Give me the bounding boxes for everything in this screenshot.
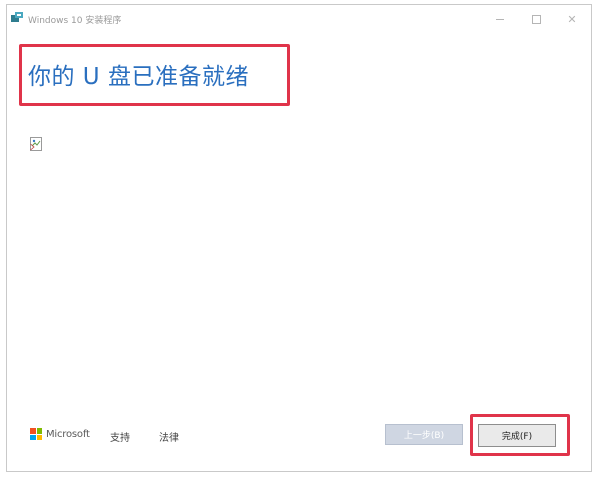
back-button[interactable]: 上一步(B): [385, 424, 463, 445]
maximize-button[interactable]: [521, 9, 551, 29]
microsoft-logo-icon: [30, 428, 42, 440]
minimize-button[interactable]: [485, 9, 515, 29]
setup-icon: [11, 12, 23, 22]
close-icon: ✕: [567, 12, 577, 26]
screen: Windows 10 安装程序 ✕ 你的 U 盘已准备就绪 Microsoft: [0, 0, 596, 477]
finish-button[interactable]: 完成(F): [478, 424, 556, 447]
close-button[interactable]: ✕: [557, 9, 587, 29]
microsoft-logo: Microsoft: [30, 428, 90, 440]
window-title: Windows 10 安装程序: [28, 16, 122, 26]
legal-link[interactable]: 法律: [159, 429, 179, 444]
title-bar: Windows 10 安装程序 ✕: [7, 5, 591, 33]
maximize-icon: [531, 14, 541, 24]
microsoft-brand-text: Microsoft: [46, 428, 90, 440]
broken-image-icon: [30, 137, 42, 151]
support-link[interactable]: 支持: [110, 429, 130, 444]
page-heading: 你的 U 盘已准备就绪: [28, 64, 249, 90]
minimize-icon: [496, 18, 504, 20]
